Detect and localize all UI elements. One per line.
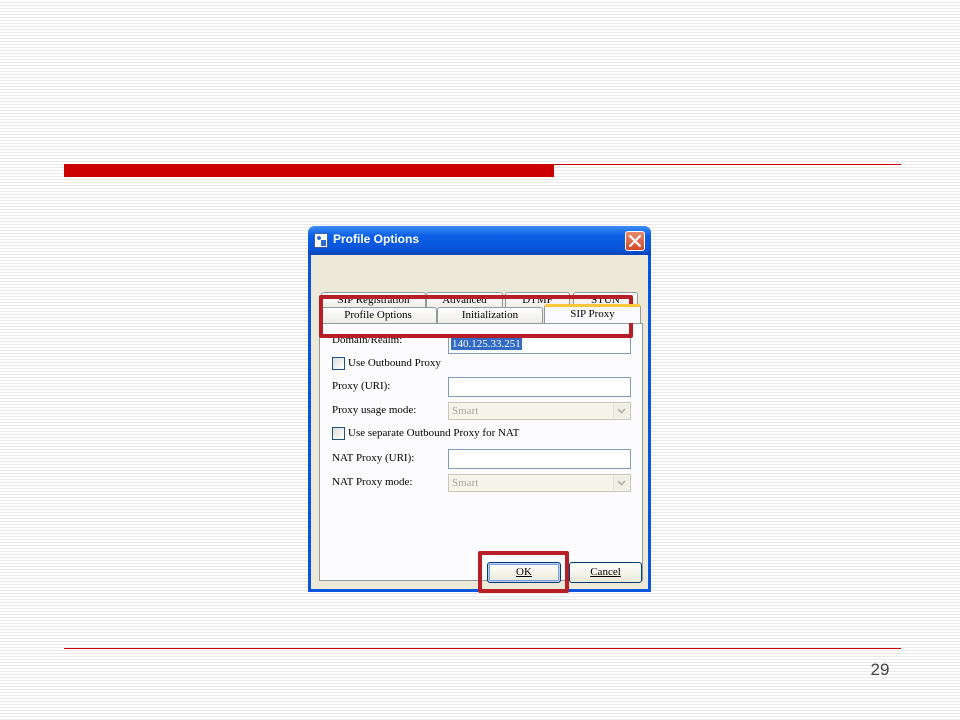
dropdown-arrow-icon [613,476,629,490]
app-icon [314,233,328,248]
tab-sip-proxy[interactable]: SIP Proxy [544,304,641,323]
page-number: 29 [870,660,890,679]
domain-value: 140.125.33.251 [451,338,522,350]
dialog-title: Profile Options [333,232,420,246]
profile-options-dialog: Profile Options SIP Registration Advance… [308,226,651,592]
cancel-button[interactable]: Cancel [569,562,642,583]
proxy-usage-mode-select[interactable]: Smart [448,402,631,420]
close-button[interactable] [625,231,645,251]
footer-rule [64,648,901,649]
proxy-uri-label: Proxy (URI): [332,380,391,392]
use-outbound-proxy-checkbox[interactable] [332,357,345,370]
nat-proxy-uri-input[interactable] [448,449,631,469]
separate-nat-proxy-label: Use separate Outbound Proxy for NAT [348,427,520,439]
header-red-bar [64,165,554,177]
tab-label: SIP Proxy [570,308,615,320]
proxy-uri-input[interactable] [448,377,631,397]
proxy-usage-mode-label: Proxy usage mode: [332,404,417,416]
nat-proxy-mode-select[interactable]: Smart [448,474,631,492]
nat-proxy-mode-label: NAT Proxy mode: [332,476,413,488]
proxy-usage-mode-value: Smart [452,405,479,417]
nat-proxy-mode-value: Smart [452,477,479,489]
ok-highlight-box [478,551,569,593]
cancel-label: Cancel [590,566,621,578]
use-outbound-proxy-label: Use Outbound Proxy [348,357,441,369]
title-bar[interactable]: Profile Options [308,226,651,255]
close-icon [629,235,641,247]
nat-proxy-uri-label: NAT Proxy (URI): [332,452,415,464]
sip-proxy-panel: Domain/Realm: 140.125.33.251 Use Outboun… [319,323,643,581]
dropdown-arrow-icon [613,404,629,418]
separate-nat-proxy-checkbox[interactable] [332,427,345,440]
